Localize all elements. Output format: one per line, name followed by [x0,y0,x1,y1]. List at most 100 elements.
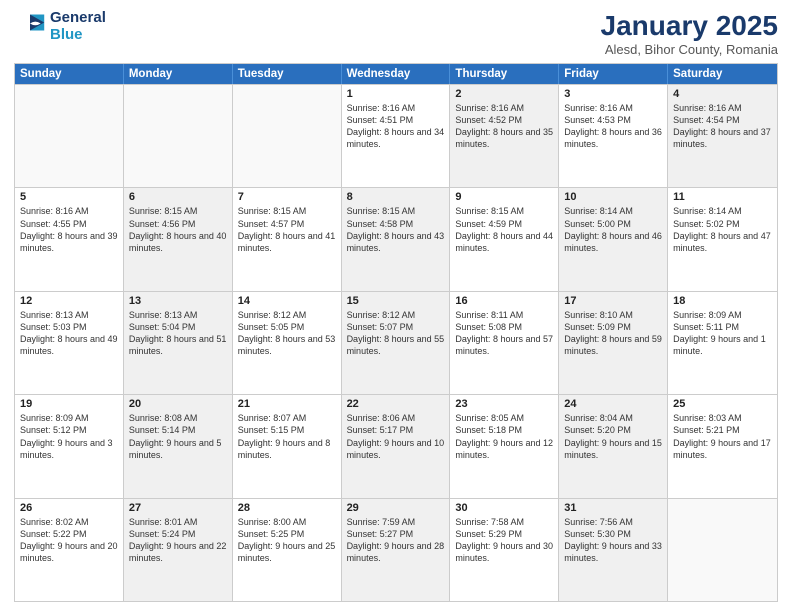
calendar-cell: 21 Sunrise: 8:07 AM Sunset: 5:15 PM Dayli… [233,395,342,497]
day-number: 21 [238,398,336,410]
calendar-cell: 26Sunrise: 8:02 AM Sunset: 5:22 PM Dayli… [15,499,124,601]
day-info: Sunrise: 8:04 AM Sunset: 5:20 PM Dayligh… [564,412,662,461]
day-info: Sunrise: 7:59 AM Sunset: 5:27 PM Dayligh… [347,516,445,565]
day-number: 9 [455,191,553,203]
calendar-cell: 14 Sunrise: 8:12 AM Sunset: 5:05 PM Dayli… [233,292,342,394]
day-info: Sunrise: 7:56 AM Sunset: 5:30 PM Dayligh… [564,516,662,565]
day-number: 14 [238,295,336,307]
day-number: 20 [129,398,227,410]
day-info: Sunrise: 8:14 AM Sunset: 5:00 PM Dayligh… [564,205,662,254]
calendar-cell: 24 Sunrise: 8:04 AM Sunset: 5:20 PM Dayli… [559,395,668,497]
day-number: 30 [455,502,553,514]
day-info: Sunrise: 8:15 AM Sunset: 4:58 PM Dayligh… [347,205,445,254]
subtitle: Alesd, Bihor County, Romania [601,42,778,57]
calendar: SundayMondayTuesdayWednesdayThursdayFrid… [14,63,778,602]
calendar-cell: 2Sunrise: 8:16 AM Sunset: 4:52 PM Daylig… [450,85,559,187]
calendar-cell: 1 Sunrise: 8:16 AM Sunset: 4:51 PM Daylig… [342,85,451,187]
day-number: 17 [564,295,662,307]
day-info: Sunrise: 8:10 AM Sunset: 5:09 PM Dayligh… [564,309,662,358]
day-info: Sunrise: 8:12 AM Sunset: 5:07 PM Dayligh… [347,309,445,358]
day-info: Sunrise: 8:15 AM Sunset: 4:59 PM Dayligh… [455,205,553,254]
day-info: Sunrise: 8:09 AM Sunset: 5:12 PM Dayligh… [20,412,118,461]
day-number: 23 [455,398,553,410]
calendar-cell: 13Sunrise: 8:13 AM Sunset: 5:04 PM Dayli… [124,292,233,394]
header: General Blue January 2025 Alesd, Bihor C… [14,10,778,57]
calendar-cell: 27Sunrise: 8:01 AM Sunset: 5:24 PM Dayli… [124,499,233,601]
calendar-header-wednesday: Wednesday [342,64,451,84]
calendar-header: SundayMondayTuesdayWednesdayThursdayFrid… [15,64,777,84]
logo-icon [14,11,46,43]
logo-text: General Blue [50,10,106,43]
day-number: 10 [564,191,662,203]
calendar-cell: 16Sunrise: 8:11 AM Sunset: 5:08 PM Dayli… [450,292,559,394]
calendar-cell: 30 Sunrise: 7:58 AM Sunset: 5:29 PM Dayli… [450,499,559,601]
calendar-cell [15,85,124,187]
day-number: 25 [673,398,772,410]
day-number: 19 [20,398,118,410]
day-info: Sunrise: 8:12 AM Sunset: 5:05 PM Dayligh… [238,309,336,358]
day-info: Sunrise: 8:15 AM Sunset: 4:57 PM Dayligh… [238,205,336,254]
day-info: Sunrise: 8:16 AM Sunset: 4:53 PM Dayligh… [564,102,662,151]
day-info: Sunrise: 8:15 AM Sunset: 4:56 PM Dayligh… [129,205,227,254]
day-info: Sunrise: 8:08 AM Sunset: 5:14 PM Dayligh… [129,412,227,461]
calendar-cell: 7Sunrise: 8:15 AM Sunset: 4:57 PM Daylig… [233,188,342,290]
calendar-cell: 12 Sunrise: 8:13 AM Sunset: 5:03 PM Dayli… [15,292,124,394]
calendar-cell: 8 Sunrise: 8:15 AM Sunset: 4:58 PM Daylig… [342,188,451,290]
calendar-cell: 17 Sunrise: 8:10 AM Sunset: 5:09 PM Dayli… [559,292,668,394]
logo: General Blue [14,10,106,43]
calendar-cell: 28Sunrise: 8:00 AM Sunset: 5:25 PM Dayli… [233,499,342,601]
day-info: Sunrise: 8:07 AM Sunset: 5:15 PM Dayligh… [238,412,336,461]
day-number: 6 [129,191,227,203]
day-number: 12 [20,295,118,307]
day-number: 15 [347,295,445,307]
calendar-cell [233,85,342,187]
day-info: Sunrise: 8:06 AM Sunset: 5:17 PM Dayligh… [347,412,445,461]
day-number: 8 [347,191,445,203]
calendar-cell: 19 Sunrise: 8:09 AM Sunset: 5:12 PM Dayli… [15,395,124,497]
day-info: Sunrise: 8:05 AM Sunset: 5:18 PM Dayligh… [455,412,553,461]
day-number: 29 [347,502,445,514]
day-number: 22 [347,398,445,410]
day-number: 4 [673,88,772,100]
calendar-week-3: 12 Sunrise: 8:13 AM Sunset: 5:03 PM Dayli… [15,291,777,394]
calendar-cell: 22 Sunrise: 8:06 AM Sunset: 5:17 PM Dayli… [342,395,451,497]
day-info: Sunrise: 8:13 AM Sunset: 5:04 PM Dayligh… [129,309,227,358]
main-title: January 2025 [601,10,778,42]
calendar-week-4: 19 Sunrise: 8:09 AM Sunset: 5:12 PM Dayli… [15,394,777,497]
calendar-cell: 3Sunrise: 8:16 AM Sunset: 4:53 PM Daylig… [559,85,668,187]
calendar-header-friday: Friday [559,64,668,84]
calendar-week-2: 5Sunrise: 8:16 AM Sunset: 4:55 PM Daylig… [15,187,777,290]
day-info: Sunrise: 8:01 AM Sunset: 5:24 PM Dayligh… [129,516,227,565]
calendar-cell: 29 Sunrise: 7:59 AM Sunset: 5:27 PM Dayli… [342,499,451,601]
day-info: Sunrise: 8:13 AM Sunset: 5:03 PM Dayligh… [20,309,118,358]
title-block: January 2025 Alesd, Bihor County, Romani… [601,10,778,57]
day-number: 11 [673,191,772,203]
calendar-cell: 6 Sunrise: 8:15 AM Sunset: 4:56 PM Daylig… [124,188,233,290]
calendar-header-monday: Monday [124,64,233,84]
calendar-cell: 4 Sunrise: 8:16 AM Sunset: 4:54 PM Daylig… [668,85,777,187]
calendar-header-thursday: Thursday [450,64,559,84]
day-info: Sunrise: 8:16 AM Sunset: 4:55 PM Dayligh… [20,205,118,254]
day-number: 1 [347,88,445,100]
day-number: 24 [564,398,662,410]
calendar-header-tuesday: Tuesday [233,64,342,84]
calendar-cell: 25Sunrise: 8:03 AM Sunset: 5:21 PM Dayli… [668,395,777,497]
day-info: Sunrise: 8:14 AM Sunset: 5:02 PM Dayligh… [673,205,772,254]
day-number: 31 [564,502,662,514]
calendar-week-5: 26Sunrise: 8:02 AM Sunset: 5:22 PM Dayli… [15,498,777,601]
day-info: Sunrise: 8:16 AM Sunset: 4:51 PM Dayligh… [347,102,445,151]
day-info: Sunrise: 8:02 AM Sunset: 5:22 PM Dayligh… [20,516,118,565]
calendar-cell: 11 Sunrise: 8:14 AM Sunset: 5:02 PM Dayli… [668,188,777,290]
calendar-cell: 10 Sunrise: 8:14 AM Sunset: 5:00 PM Dayli… [559,188,668,290]
calendar-cell: 20 Sunrise: 8:08 AM Sunset: 5:14 PM Dayli… [124,395,233,497]
calendar-cell: 18Sunrise: 8:09 AM Sunset: 5:11 PM Dayli… [668,292,777,394]
day-info: Sunrise: 7:58 AM Sunset: 5:29 PM Dayligh… [455,516,553,565]
day-info: Sunrise: 8:16 AM Sunset: 4:52 PM Dayligh… [455,102,553,151]
calendar-cell [124,85,233,187]
calendar-week-1: 1 Sunrise: 8:16 AM Sunset: 4:51 PM Daylig… [15,84,777,187]
calendar-cell: 9 Sunrise: 8:15 AM Sunset: 4:59 PM Daylig… [450,188,559,290]
calendar-body: 1 Sunrise: 8:16 AM Sunset: 4:51 PM Daylig… [15,84,777,601]
calendar-cell: 15 Sunrise: 8:12 AM Sunset: 5:07 PM Dayli… [342,292,451,394]
calendar-header-sunday: Sunday [15,64,124,84]
day-info: Sunrise: 8:16 AM Sunset: 4:54 PM Dayligh… [673,102,772,151]
